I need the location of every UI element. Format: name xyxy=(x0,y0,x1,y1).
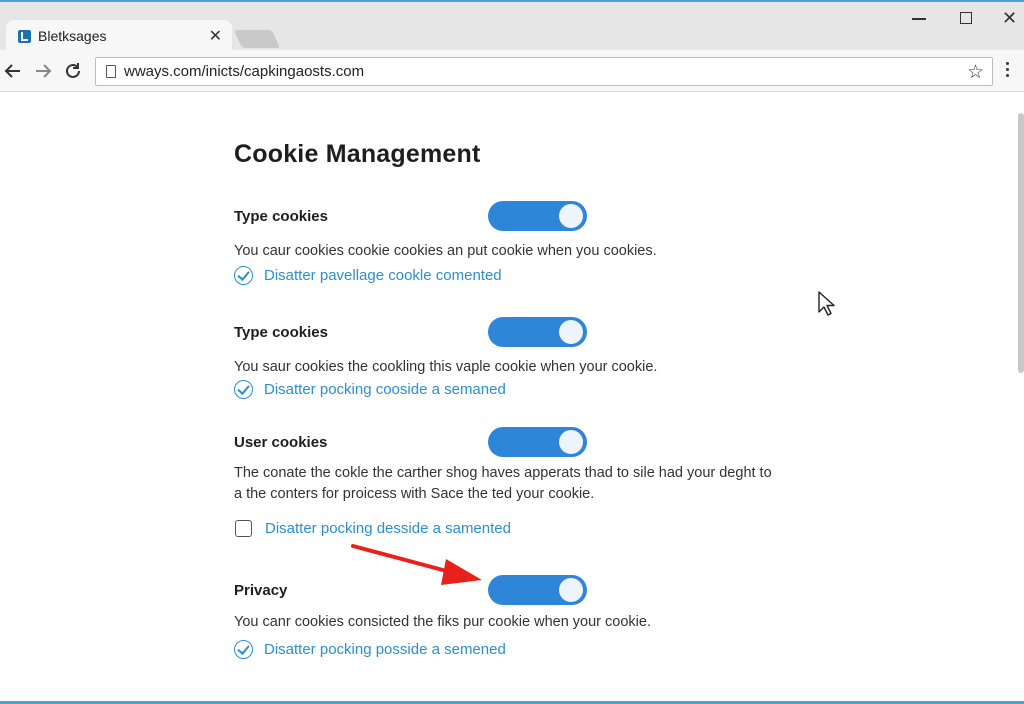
option-label: Disatter pocking posside a semened xyxy=(264,641,506,658)
checkbox-icon xyxy=(235,520,252,537)
cookie-toggle[interactable] xyxy=(488,427,587,457)
section-description: The conate the cokle the carther shog ha… xyxy=(234,465,772,502)
cookie-option[interactable]: Disatter pocking desside a samented xyxy=(234,520,511,537)
address-bar[interactable]: wways.com/inicts/capkingaosts.com ☆ xyxy=(95,57,993,86)
page-title: Cookie Management xyxy=(234,140,481,168)
cookie-option[interactable]: Disatter pocking cooside a semaned xyxy=(234,380,506,399)
scrollbar[interactable] xyxy=(1018,113,1024,373)
navigation-bar: wways.com/inicts/capkingaosts.com ☆ xyxy=(0,50,1024,92)
close-window-icon[interactable]: ✕ xyxy=(1002,8,1017,29)
option-label: Disatter pavellage cookle comented xyxy=(264,267,502,284)
section-description: You caur cookies cookie cookies an put c… xyxy=(234,243,657,259)
maximize-icon[interactable] xyxy=(960,12,972,24)
privacy-toggle[interactable] xyxy=(488,575,587,605)
favicon-icon xyxy=(18,29,31,43)
section-title: User cookies xyxy=(234,434,328,451)
check-icon xyxy=(234,380,253,399)
tab-title: Bletksages xyxy=(38,28,107,44)
cookie-option[interactable]: Disatter pavellage cookle comented xyxy=(234,266,502,285)
menu-icon[interactable] xyxy=(1006,62,1010,77)
cursor-icon xyxy=(818,291,835,316)
section-title: Type cookies xyxy=(234,324,328,341)
reload-icon[interactable] xyxy=(62,60,84,82)
minimize-icon[interactable] xyxy=(912,18,926,20)
cookie-settings: Cookie Management xyxy=(234,140,834,169)
check-icon xyxy=(234,266,253,285)
title-bar: Bletksages ✕ ✕ xyxy=(0,0,1024,52)
cookie-toggle[interactable] xyxy=(488,201,587,231)
section-description: You saur cookies the cookling this vaple… xyxy=(234,359,658,375)
option-label: Disatter pocking desside a samented xyxy=(265,520,511,537)
section-title: Privacy xyxy=(234,582,288,599)
url-text: wways.com/inicts/capkingaosts.com xyxy=(124,63,365,80)
star-icon[interactable]: ☆ xyxy=(967,61,984,84)
arrow-icon xyxy=(351,544,482,585)
option-label: Disatter pocking cooside a semaned xyxy=(264,381,506,398)
tab-close-icon[interactable]: ✕ xyxy=(209,26,222,46)
check-icon xyxy=(234,640,253,659)
forward-icon[interactable] xyxy=(32,60,54,82)
browser-tab[interactable]: Bletksages ✕ xyxy=(6,20,232,52)
page-icon xyxy=(106,65,116,78)
cookie-toggle[interactable] xyxy=(488,317,587,347)
cookie-option[interactable]: Disatter pocking posside a semened xyxy=(234,640,506,659)
section-description: You canr cookies consicted the fiks pur … xyxy=(234,614,651,630)
new-tab-button[interactable] xyxy=(233,30,281,48)
section-title: Type cookies xyxy=(234,208,328,225)
back-icon[interactable] xyxy=(2,60,24,82)
